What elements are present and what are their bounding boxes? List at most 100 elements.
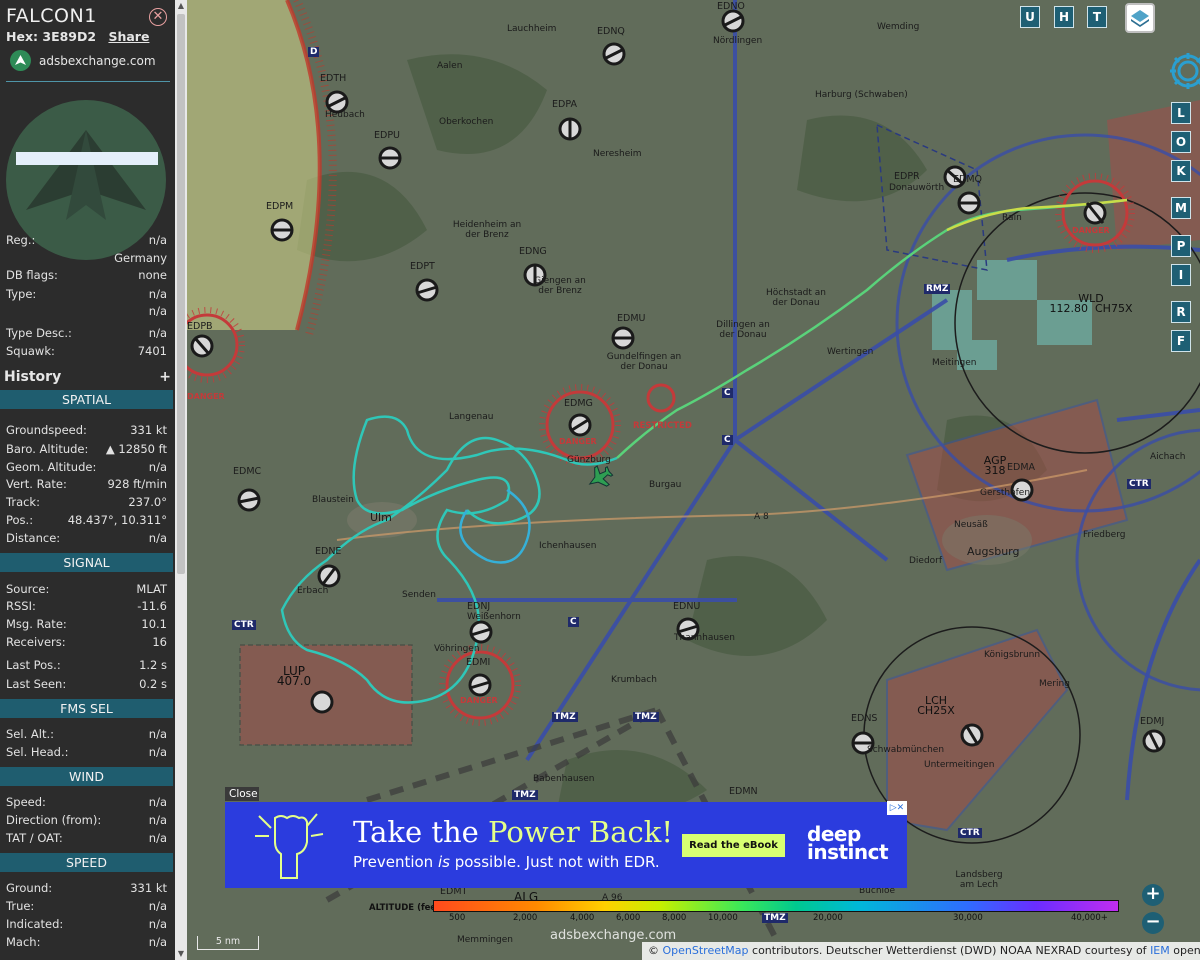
adchoices-icon[interactable]: ▷✕ <box>887 801 907 815</box>
section-speed[interactable]: SPEED <box>0 853 173 872</box>
wind-row: Direction (from): n/a <box>6 813 167 827</box>
lch-vor-label: LCH CH25X <box>917 694 955 717</box>
speed-row: True: n/a <box>6 899 167 913</box>
map-button-h[interactable]: H <box>1054 6 1074 28</box>
signal-row: Receivers: 16 <box>6 635 167 649</box>
map-attribution: © OpenStreetMap contributors. Deutscher … <box>642 942 1200 960</box>
hex-row: Hex: 3E89D2 Share <box>6 29 149 44</box>
info-row: Reg.: n/a <box>6 233 167 247</box>
speed-row: Ground: 331 kt <box>6 881 167 895</box>
town-label: Rain <box>1002 213 1022 223</box>
airport-label: EDNE <box>315 546 342 557</box>
map-button-f[interactable]: F <box>1171 330 1191 352</box>
airport-label: EDNO <box>717 1 745 12</box>
town-label: Vöhringen <box>434 644 480 654</box>
airport-label: EDPU <box>374 130 400 141</box>
hex-label: Hex: <box>6 29 39 44</box>
scrollbar-thumb[interactable] <box>177 14 185 574</box>
airport-label: EDPR <box>894 171 920 182</box>
osm-link[interactable]: OpenStreetMap <box>663 944 749 957</box>
history-header[interactable]: History + <box>4 369 171 385</box>
town-label: Aichach <box>1150 452 1186 462</box>
ad-cta-button[interactable]: Read the eBook <box>682 834 785 857</box>
airport-label: EDMU <box>617 313 646 324</box>
advertisement-banner[interactable]: Close Take the Power Back! Prevention is… <box>225 787 907 888</box>
town-label: Ichenhausen <box>539 541 597 551</box>
map-button-o[interactable]: O <box>1171 131 1191 153</box>
spatial-row: Pos.: 48.437°, 10.311° <box>6 513 167 527</box>
info-row: Squawk: 7401 <box>6 344 167 358</box>
town-label: Schwabmünchen <box>867 745 945 755</box>
zoom-out-button[interactable]: − <box>1142 912 1164 934</box>
airport-label: EDNS <box>851 713 878 724</box>
map-button-l[interactable]: L <box>1171 102 1191 124</box>
map-scale-bar: 5 nm <box>197 936 259 950</box>
town-label: Gundelfingen an der Donau <box>606 352 682 372</box>
map-button-u[interactable]: U <box>1020 6 1040 28</box>
site-link[interactable]: adsbexchange.com <box>10 50 156 71</box>
layers-button[interactable] <box>1125 3 1155 33</box>
settings-gear-icon[interactable] <box>1167 50 1200 92</box>
section-spatial[interactable]: SPATIAL <box>0 390 173 409</box>
town-label: Gersthofen <box>980 488 1031 498</box>
airport-label: EDPT <box>410 261 435 272</box>
history-add-button[interactable]: + <box>159 369 171 385</box>
layers-icon <box>1131 10 1149 27</box>
sidebar-scrollbar[interactable]: ▲ ▼ <box>175 0 187 960</box>
map-button-r[interactable]: R <box>1171 301 1191 323</box>
map-button-t[interactable]: T <box>1087 6 1107 28</box>
altitude-tick: 30,000 <box>953 913 983 923</box>
town-label: Augsburg <box>967 545 1020 558</box>
town-label: Friedberg <box>1083 530 1126 540</box>
info-value: n/a <box>148 326 167 340</box>
fms-row: Sel. Head.: n/a <box>6 745 167 759</box>
town-label: Heubach <box>325 110 365 120</box>
danger-label: DANGER <box>1072 226 1110 235</box>
motorway-label: A 8 <box>754 512 769 522</box>
town-label: Burgau <box>649 480 682 490</box>
airport-label: EDMQ <box>953 174 982 185</box>
scroll-down-icon[interactable]: ▼ <box>175 948 187 960</box>
town-label: Höchstadt an der Donau <box>766 288 826 308</box>
map-button-i[interactable]: I <box>1171 264 1191 286</box>
ad-close-button[interactable]: Close <box>225 787 259 801</box>
fms-row: Sel. Alt.: n/a <box>6 727 167 741</box>
section-signal[interactable]: SIGNAL <box>0 553 173 572</box>
hex-value: 3E89D2 <box>42 29 97 44</box>
spatial-row: Geom. Altitude: n/a <box>6 460 167 474</box>
zoom-in-button[interactable]: + <box>1142 884 1164 906</box>
town-label: Aalen <box>437 61 463 71</box>
close-panel-button[interactable]: ✕ <box>149 8 167 26</box>
close-icon: ✕ <box>152 9 164 24</box>
c-marker: C <box>722 435 733 445</box>
town-label: Donauwörth <box>889 183 945 193</box>
info-value: n/a <box>148 233 167 247</box>
signal-row: Last Pos.: 1.2 s <box>6 658 167 672</box>
map-button-p[interactable]: P <box>1171 235 1191 257</box>
altitude-tick: 4,000 <box>570 913 595 923</box>
tmz-label: TMZ <box>552 712 578 722</box>
town-label: Neusäß <box>954 520 988 530</box>
section-wind[interactable]: WIND <box>0 767 173 786</box>
info-label: Reg.: <box>6 233 36 247</box>
map-button-k[interactable]: K <box>1171 160 1191 182</box>
spatial-row: Baro. Altitude: ▲ 12850 ft <box>6 442 167 456</box>
scroll-up-icon[interactable]: ▲ <box>175 0 187 12</box>
danger-label: DANGER <box>460 696 498 705</box>
town-label: Günzburg <box>567 455 611 465</box>
callsign: FALCON1 <box>6 5 97 27</box>
airport-label: EDMI <box>466 657 491 668</box>
airport-label: EDNU <box>673 601 701 612</box>
altitude-ticks: 500 2,000 4,000 6,000 8,000 10,000 20,00… <box>433 913 1119 925</box>
map-button-m[interactable]: M <box>1171 197 1191 219</box>
ad-subline: Prevention is possible. Just not with ED… <box>353 853 660 871</box>
raised-fist-icon <box>255 813 324 879</box>
airport-label: EDPA <box>552 99 577 110</box>
airport-label: EDMC <box>233 466 262 477</box>
town-label: Wemding <box>877 22 920 32</box>
share-link[interactable]: Share <box>108 29 149 44</box>
iem-link[interactable]: IEM <box>1150 944 1170 957</box>
altitude-tick: 500 <box>449 913 466 923</box>
photo-placeholder[interactable] <box>16 152 158 165</box>
section-fms[interactable]: FMS SEL <box>0 699 173 718</box>
